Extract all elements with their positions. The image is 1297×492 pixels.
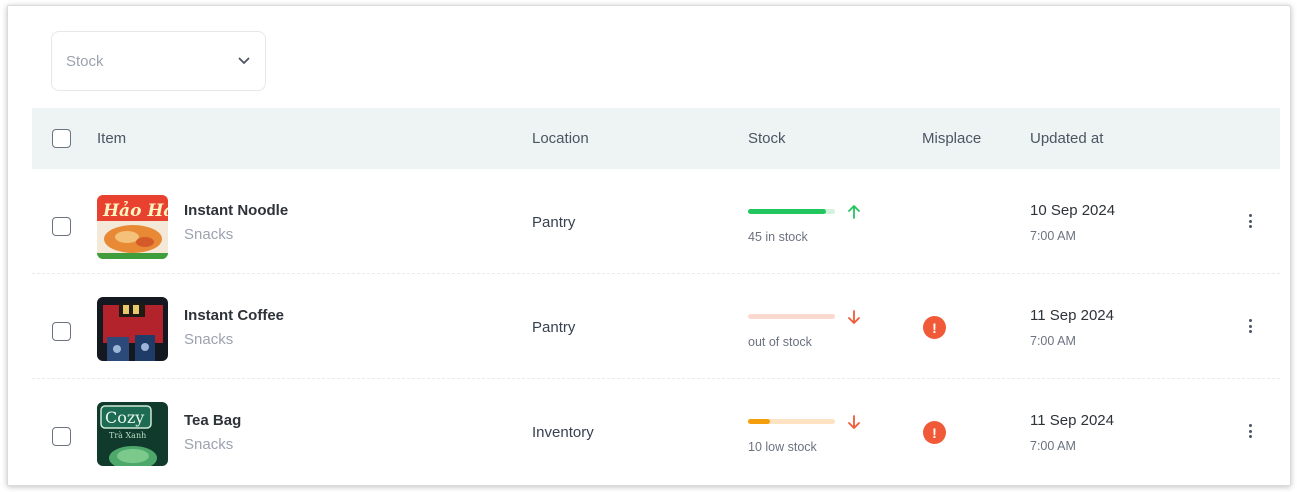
table-row[interactable]: Instant Coffee Snacks Pantry out of stoc… xyxy=(32,274,1280,379)
stock-status-text: 10 low stock xyxy=(748,440,817,454)
stock-level-bar xyxy=(748,419,835,424)
stock-filter-label: Stock xyxy=(66,52,104,70)
product-image-instant-coffee xyxy=(97,297,168,361)
stock-level-bar xyxy=(748,209,835,214)
kebab-menu-icon[interactable] xyxy=(1242,211,1258,231)
updated-time: 7:00 AM xyxy=(1030,334,1076,348)
table-row[interactable]: Cozy Trà Xanh Tea Bag Snacks Inventory 1… xyxy=(32,379,1280,484)
table-row[interactable]: Hảo Hảo Instant Noodle Snacks Pantry 45 … xyxy=(32,169,1280,274)
kebab-menu-icon[interactable] xyxy=(1242,316,1258,336)
svg-text:Trà Xanh: Trà Xanh xyxy=(109,431,146,440)
product-image-tea-bag: Cozy Trà Xanh xyxy=(97,402,168,466)
item-category: Snacks xyxy=(184,331,234,348)
svg-text:Hảo Hảo: Hảo Hảo xyxy=(102,201,168,221)
updated-time: 7:00 AM xyxy=(1030,229,1076,243)
column-header-item[interactable]: Item xyxy=(97,108,126,169)
column-header-misplace[interactable]: Misplace xyxy=(922,108,981,169)
stock-status-text: 45 in stock xyxy=(748,230,808,244)
inventory-panel: Stock Item Location Stock Misplace Updat… xyxy=(32,26,1280,485)
item-name: Instant Coffee xyxy=(184,307,285,324)
stock-filter-dropdown[interactable]: Stock xyxy=(51,31,266,91)
chevron-down-icon xyxy=(237,54,251,68)
updated-time: 7:00 AM xyxy=(1030,439,1076,453)
stock-status-text: out of stock xyxy=(748,335,812,349)
column-header-stock[interactable]: Stock xyxy=(748,108,786,169)
item-name: Tea Bag xyxy=(184,412,242,429)
select-all-checkbox[interactable] xyxy=(52,129,71,148)
item-category: Snacks xyxy=(184,436,234,453)
arrow-down-icon xyxy=(847,309,861,325)
row-checkbox[interactable] xyxy=(52,427,71,446)
stock-level-fill xyxy=(748,419,770,424)
alert-circle-icon: ! xyxy=(923,421,946,444)
column-header-location[interactable]: Location xyxy=(532,108,589,169)
column-header-updated-at[interactable]: Updated at xyxy=(1030,108,1103,169)
updated-date: 11 Sep 2024 xyxy=(1030,412,1114,429)
item-name: Instant Noodle xyxy=(184,202,289,219)
inventory-window: Stock Item Location Stock Misplace Updat… xyxy=(7,5,1291,486)
product-image-instant-noodle: Hảo Hảo xyxy=(97,195,168,259)
row-checkbox[interactable] xyxy=(52,322,71,341)
updated-date: 10 Sep 2024 xyxy=(1030,202,1116,219)
row-checkbox[interactable] xyxy=(52,217,71,236)
arrow-down-icon xyxy=(847,414,861,430)
kebab-menu-icon[interactable] xyxy=(1242,421,1258,441)
item-location: Pantry xyxy=(532,214,576,231)
item-location: Inventory xyxy=(532,424,594,441)
arrow-up-icon xyxy=(847,204,861,220)
updated-date: 11 Sep 2024 xyxy=(1030,307,1114,324)
item-category: Snacks xyxy=(184,226,234,243)
stock-level-fill xyxy=(748,209,827,214)
svg-text:Cozy: Cozy xyxy=(105,408,144,427)
table-header: Item Location Stock Misplace Updated at xyxy=(32,108,1280,169)
alert-circle-icon: ! xyxy=(923,316,946,339)
item-location: Pantry xyxy=(532,319,576,336)
stock-level-bar xyxy=(748,314,835,319)
